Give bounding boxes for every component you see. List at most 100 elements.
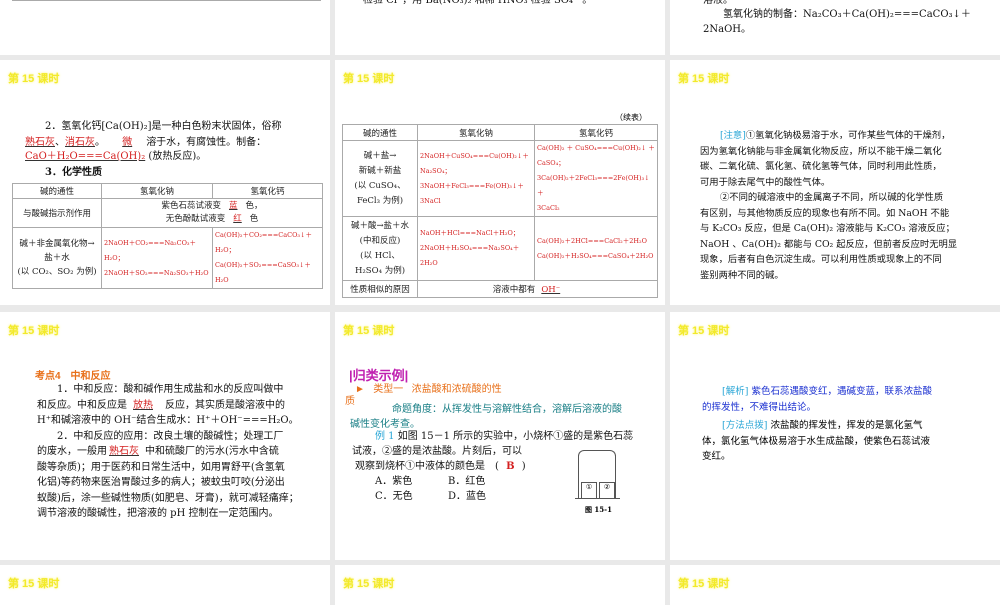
text-line: 有区别，与其他物质反应的现象也有所不同。如 NaOH 不能 — [700, 207, 950, 219]
text: 紫色石蕊试液变 — [161, 201, 221, 211]
table-cell: NaOH＋HCl===NaCl＋H₂O； 2NaOH＋H₂SO₄===Na₂SO₄… — [417, 216, 535, 281]
arrow-icon: ► — [355, 384, 365, 395]
slide-thumbnail[interactable]: 第 15 课时 [注意]①氢氧化钠极易溶于水，可作某些气体的干燥剂， 因为氢氧化… — [670, 60, 1000, 305]
table-header: 碱的通性 — [342, 124, 418, 141]
table-cell: 2NaOH＋CuSO₄===Cu(OH)₂↓＋ Na₂SO₄； 3NaOH＋FeCl… — [417, 140, 535, 217]
table-cell: Ca(OH)₂ ＋ CuSO₄===Cu(OH)₂↓ ＋ CaSO₄； 3Ca(OH… — [534, 140, 658, 217]
slide-thumbnail[interactable]: 溶液。 氢氧化钠的制备：Na₂CO₃＋Ca(OH)₂===CaCO₃↓＋ 2Na… — [670, 0, 1000, 55]
table-header: 氢氧化钙 — [212, 183, 323, 199]
text: ) — [521, 461, 526, 472]
table-header: 碱的通性 — [12, 183, 102, 199]
text: 色 — [249, 214, 259, 224]
text-line: 和反应。中和反应是 放热 反应，其实质是酸溶液中的 — [37, 398, 299, 414]
text: (以 CO₂、SO₂ 为例) — [17, 267, 97, 277]
properties-table-continued: 碱的通性 氢氧化钠 氢氧化钙 碱＋盐→ 新碱＋新盐 (以 CuSO₄、 FeCl₃ 为例)… — [342, 124, 658, 298]
equation: 3Ca(OH)₂＋2FeCl₃===2Fe(OH)₃↓＋ — [537, 174, 650, 197]
section-heading: 3．化学性质 — [45, 167, 102, 178]
text-line: 的废水，一般用 熟石灰 中和硫酸厂的污水(污水中含硫 — [37, 444, 299, 460]
equation: 3CaCl₂ — [537, 204, 560, 212]
slide-thumbnail[interactable]: 第 15 课时 [解析] 紫色石蕊遇酸变红，遇碱变蓝，联系浓盐酸 的挥发性，不难… — [670, 312, 1000, 560]
blank-answer: 熟石灰 — [109, 446, 139, 457]
blank-answer: 红 — [233, 214, 242, 224]
blank-answer: 放热 — [133, 399, 153, 411]
text: (放热反应)。 — [148, 151, 207, 162]
blank-answer: 消石灰 — [65, 137, 95, 148]
method-tag: [方法点拨] — [722, 420, 768, 431]
text-line: 1．中和反应：酸和碱作用生成盐和水的反应叫做中 — [57, 384, 284, 395]
example-question: 例 1 如图 15－1 所示的实验中，小烧杯①盛的是紫色石蕊 — [375, 429, 633, 445]
slide-thumbnail[interactable]: 第 15 课时 （续表） 碱的通性 氢氧化钠 氢氧化钙 碱＋盐→ 新碱＋新盐 (以 Cu… — [335, 60, 665, 305]
text: 的废水，一般用 — [37, 446, 107, 457]
text-line: H⁺和碱溶液中的 OH⁻结合生成水：H⁺＋OH⁻===H₂O。 — [37, 415, 299, 426]
question-angle: 命题角度：从挥发性与溶解性结合，溶解后溶液的酸 — [392, 404, 622, 415]
table-continued-label: （续表） — [615, 113, 647, 122]
slide-thumbnail[interactable]: 第 15 课时 — [335, 565, 665, 605]
text: (以 HCl、 — [360, 250, 400, 261]
table-cell: 2NaOH＋CO₂===Na₂CO₃＋H₂O； 2NaOH＋SO₂===Na₂SO… — [101, 227, 213, 289]
text-line: 碳、二氧化硫、氯化氢、硫化氢等气体，同时利用此性质， — [700, 161, 942, 172]
slide-thumbnail[interactable]: 第 15 课时 2．氢氧化钙[Ca(OH)₂]是一种白色粉末状固体，俗称 熟石灰… — [0, 60, 330, 305]
text-line: 2．中和反应的应用：改良土壤的酸碱性；处理工厂 — [57, 430, 284, 442]
slide-title: 第 15 课时 — [678, 578, 730, 590]
text-line: 的挥发性，不难得出结论。 — [702, 401, 817, 413]
slide-thumbnail[interactable]: 检验 Cl⁻，用 Ba(NO₃)₂ 和稀 HNO₃ 检验 SO₄²⁻。 — [335, 0, 665, 55]
example-label: 例 1 — [375, 431, 395, 442]
table-cell: 溶液中都有 OH⁻ — [417, 280, 658, 298]
text: 和反应。中和反应是 — [37, 399, 127, 411]
equation: Ca(OH)₂＋CO₂===CaCO₃↓＋H₂O； — [215, 231, 312, 254]
slide-thumbnail[interactable]: 第 15 课时 |归类示例| ► 类型一 浓盐酸和浓硫酸的性 质 命题角度：从挥… — [335, 312, 665, 560]
text: 观察到烧杯①中液体的颜色是 ( — [355, 461, 499, 472]
table-cell: 紫色石蕊试液变蓝色， 无色酚酞试液变红色 — [101, 198, 323, 228]
text: FeCl₃ 为例) — [356, 195, 404, 206]
text-line: 2．氢氧化钙[Ca(OH)₂]是一种白色粉末状固体，俗称 — [45, 121, 282, 132]
text: 碱＋非金属氧化物→ — [19, 239, 95, 249]
note-tag: [注意] — [720, 130, 746, 141]
text-line: 体，氯化氢气体极易溶于水生成盐酸，使紫色石蕊试液 — [702, 435, 931, 447]
slide-thumbnail[interactable] — [0, 0, 330, 55]
text: 无色酚酞试液变 — [165, 214, 226, 224]
text: ①氢氧化钠极易溶于水，可作某些气体的干燥剂， — [745, 130, 951, 141]
text: 反应，其实质是酸溶液中的 — [165, 399, 285, 411]
slide-title: 第 15 课时 — [343, 325, 395, 337]
blank-answer: 微 — [122, 137, 133, 148]
option-d: D．蓝色 — [448, 491, 487, 502]
note-block: [注意]①氢氧化钠极易溶于水，可作某些气体的干燥剂， 因为氢氧化钠能与非金属氧化… — [700, 128, 980, 283]
equation: 2NaOH＋H₂SO₄===Na₂SO₄＋2H₂O — [420, 244, 520, 267]
equation: 3NaCl — [420, 196, 441, 205]
slide-title: 第 15 课时 — [343, 73, 395, 85]
slide-thumbnail[interactable]: 第 15 课时 考点4 中和反应 1．中和反应：酸和碱作用生成盐和水的反应叫做中… — [0, 312, 330, 560]
text-line: 化铝)等药物来医治胃酸过多的病人；被蚊虫叮咬(分泌出 — [37, 477, 285, 488]
slide-title: 第 15 课时 — [678, 73, 730, 85]
table-cell: 与酸碱指示剂作用 — [12, 198, 102, 228]
figure-caption: 图 15-1 — [585, 505, 612, 514]
text-line: CaO＋H₂O===Ca(OH)₂ (放热反应)。 — [25, 149, 206, 165]
type-title-wrap: 质 — [345, 396, 355, 407]
text-line: 试液，②盛的是浓盐酸。片刻后，可以 — [352, 446, 522, 457]
text-line: 酸等杂质)；用于医药和日常生活中，如用胃舒平(含氢氧 — [37, 461, 285, 473]
text-line: [注意]①氢氧化钠极易溶于水，可作某些气体的干燥剂， — [700, 128, 980, 144]
table-header: 氢氧化钠 — [101, 183, 213, 199]
option-c: C．无色 — [375, 491, 413, 502]
slide-thumbnail[interactable]: 第 15 课时 — [0, 565, 330, 605]
table-cell: 性质相似的原因 — [342, 280, 418, 298]
table-cell: 碱＋酸→盐＋水 (中和反应) (以 HCl、 H₂SO₄ 为例) — [342, 216, 418, 281]
table-cell: 碱＋盐→ 新碱＋新盐 (以 CuSO₄、 FeCl₃ 为例) — [342, 140, 418, 217]
table-divider — [92, 0, 93, 1]
equation: Ca(OH)₂ ＋ CuSO₄===Cu(OH)₂↓ ＋ — [537, 144, 655, 152]
text-line: [解析] 紫色石蕊遇酸变红，遇碱变蓝，联系浓盐酸 — [702, 384, 932, 400]
blank-answer: OH⁻ — [541, 285, 561, 295]
blank-answer: CaO＋H₂O===Ca(OH)₂ — [25, 151, 146, 162]
text-line: 检验 Cl⁻，用 Ba(NO₃)₂ 和稀 HNO₃ 检验 SO₄²⁻。 — [363, 0, 593, 6]
equation: Ca(OH)₂＋2HCl===CaCl₂＋2H₂O — [537, 236, 647, 245]
text: (以 CuSO₄、 — [354, 180, 406, 191]
figure-base — [575, 498, 620, 499]
slide-title: 第 15 课时 — [8, 578, 60, 590]
slide-title: 第 15 课时 — [8, 73, 60, 85]
text-line: 因为氢氧化钠能与非金属氧化物反应，所以不能干燥二氧化 — [700, 145, 942, 157]
analysis-tag: [解析] — [722, 386, 749, 397]
slide-thumbnail[interactable]: 第 15 课时 — [670, 565, 1000, 605]
slide-title: 第 15 课时 — [8, 325, 60, 337]
text-line: [方法点拨] 浓盐酸的挥发性，挥发的是氯化氢气 — [702, 418, 932, 434]
text-line: 氢氧化钠的制备：Na₂CO₃＋Ca(OH)₂===CaCO₃↓＋ — [723, 9, 971, 20]
equation: Ca(OH)₂＋SO₂===CaSO₃↓＋H₂O — [215, 261, 311, 284]
